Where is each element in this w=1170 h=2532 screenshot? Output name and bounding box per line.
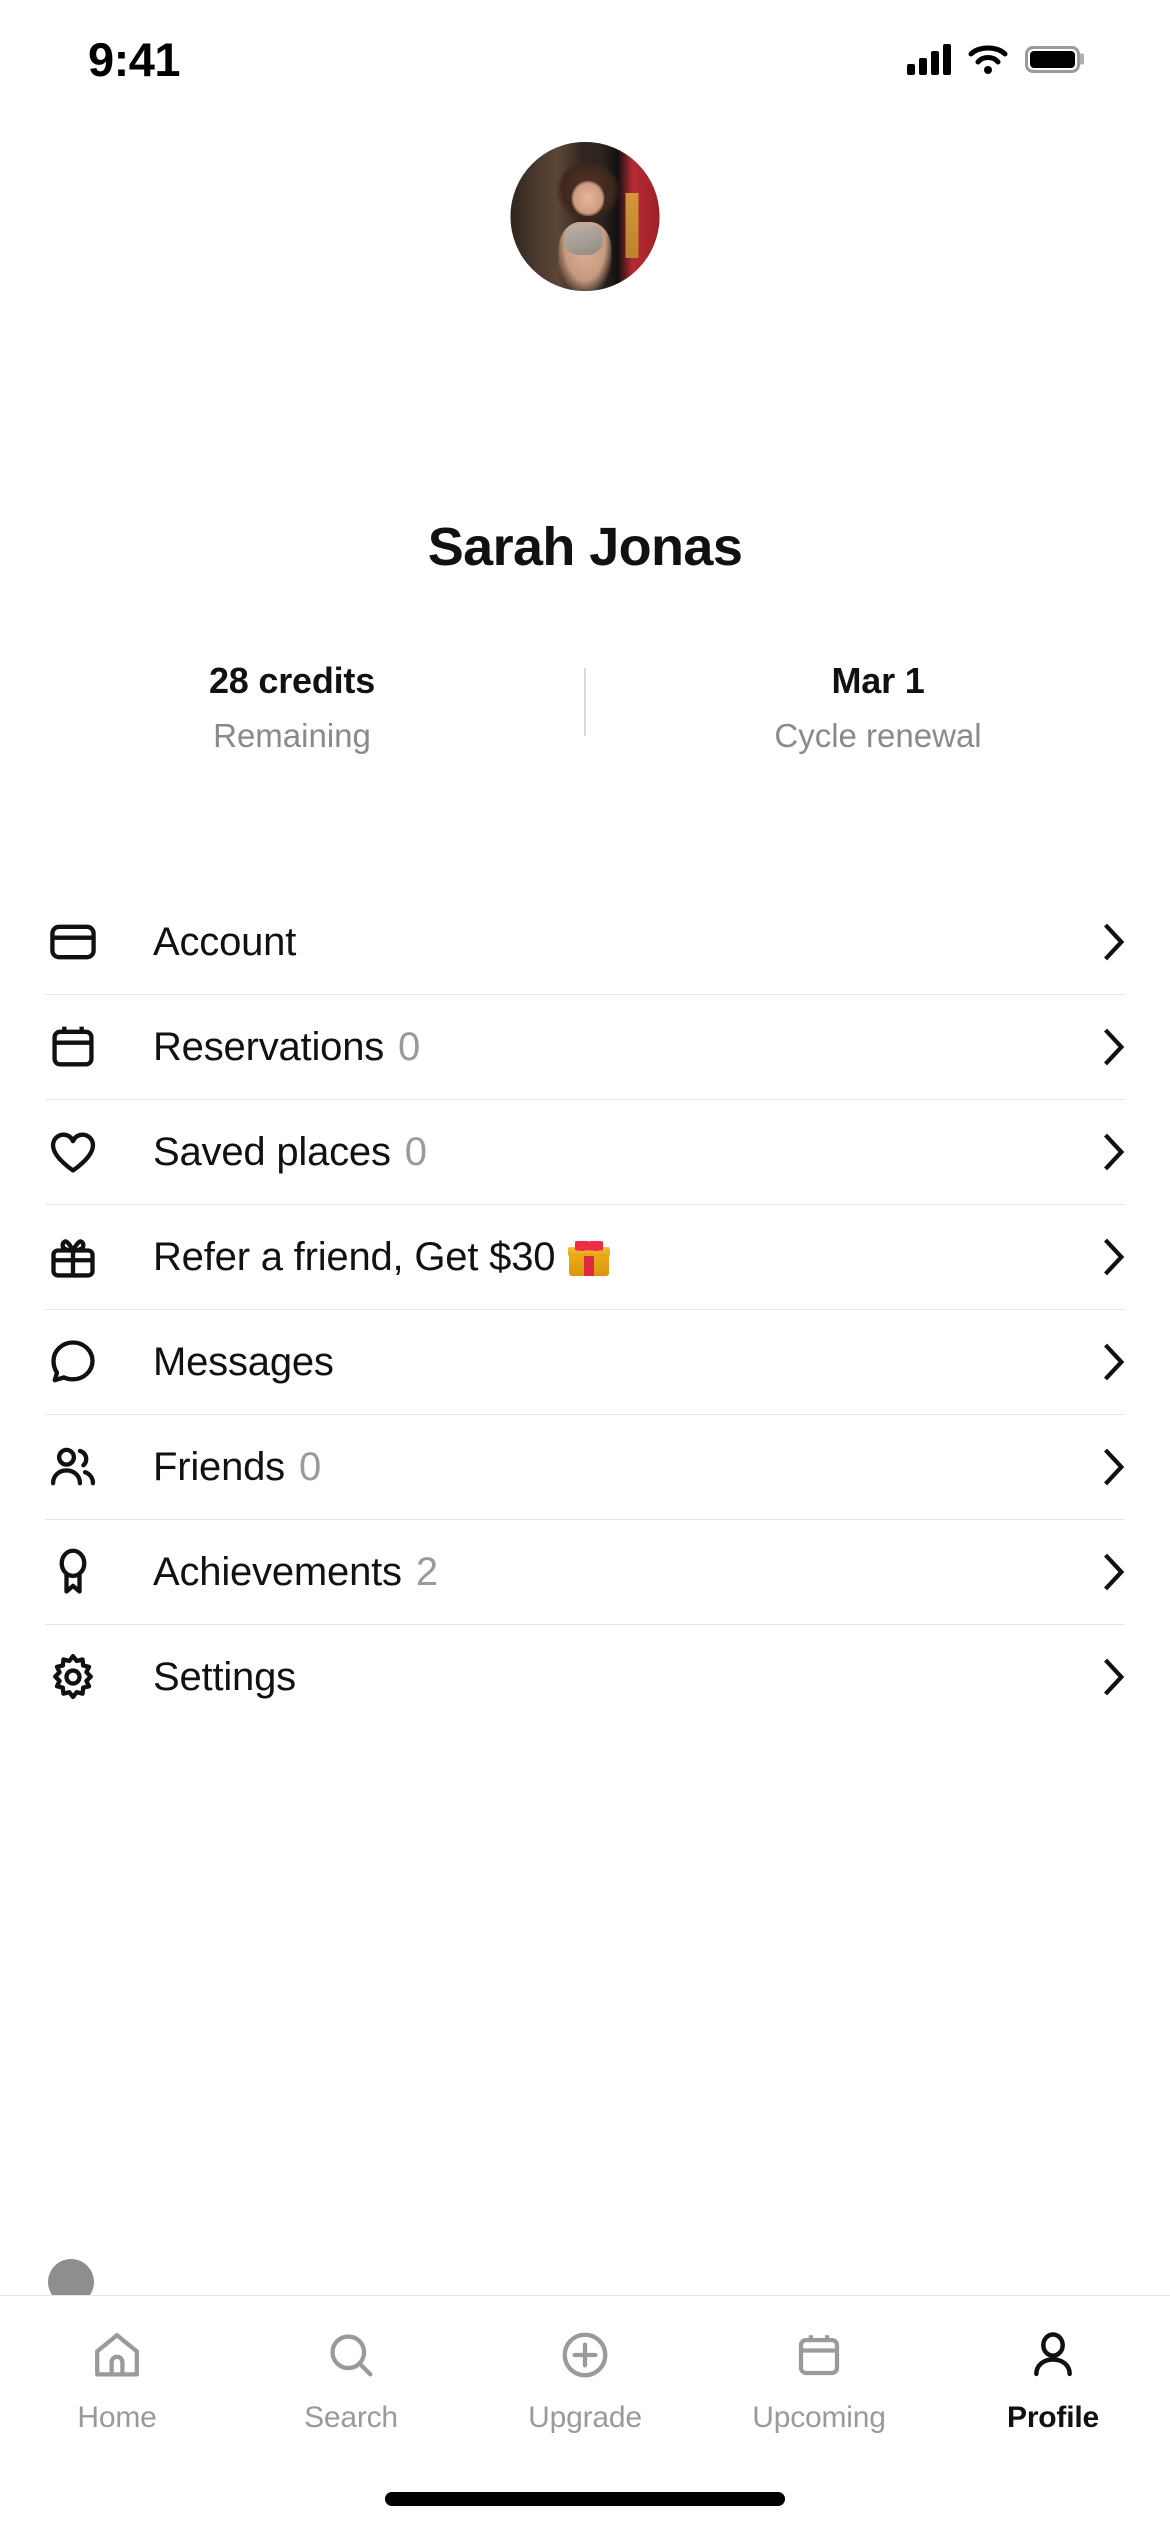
- profile-screen: 9:41 Sarah Jonas 28 credits Remaining Ma…: [0, 0, 1170, 2532]
- tab-label: Upgrade: [528, 2401, 642, 2434]
- menu-item-label: Account: [153, 920, 296, 965]
- credit-card-icon: [45, 914, 101, 970]
- medal-icon: [45, 1544, 101, 1600]
- menu-item-label: Settings: [153, 1655, 296, 1700]
- home-icon: [90, 2326, 144, 2384]
- gift-box-emoji: [568, 1238, 611, 1276]
- people-icon: [45, 1439, 101, 1495]
- person-icon: [1026, 2326, 1080, 2384]
- wifi-icon: [968, 45, 1008, 74]
- avatar-photo-face: [571, 180, 605, 217]
- heart-icon: [45, 1124, 101, 1180]
- menu-item-text: Achievements: [153, 1549, 402, 1594]
- tab-label: Profile: [1007, 2401, 1099, 2434]
- menu-item-text: Reservations: [153, 1024, 385, 1069]
- stat-cycle: Mar 1 Cycle renewal: [586, 660, 1170, 755]
- menu-item-count: 0: [398, 1024, 421, 1069]
- tab-home[interactable]: Home: [0, 2326, 234, 2435]
- tab-label: Upcoming: [752, 2401, 886, 2434]
- tab-upcoming[interactable]: Upcoming: [702, 2326, 936, 2435]
- avatar[interactable]: [510, 142, 660, 291]
- menu-list: Account Reservations 0 Saved places 0 Re…: [0, 890, 1170, 1729]
- stat-credits-value: 28 credits: [208, 660, 376, 701]
- menu-item-text: Settings: [153, 1654, 296, 1699]
- tab-label: Search: [304, 2401, 398, 2434]
- plus-circle-icon: [558, 2326, 612, 2384]
- menu-item-messages[interactable]: Messages: [0, 1310, 1170, 1414]
- stat-credits-label: Remaining: [213, 717, 371, 754]
- stat-credits: 28 credits Remaining: [0, 660, 584, 755]
- menu-item-text: Refer a friend, Get $30: [153, 1234, 556, 1279]
- menu-item-reservations[interactable]: Reservations 0: [0, 995, 1170, 1099]
- page-title: Sarah Jonas: [427, 517, 743, 577]
- chevron-right-icon: [1104, 1028, 1125, 1066]
- calendar-icon: [45, 1019, 101, 1075]
- menu-item-account[interactable]: Account: [0, 890, 1170, 994]
- menu-item-text: Friends: [153, 1444, 285, 1489]
- menu-item-achievements[interactable]: Achievements 2: [0, 1520, 1170, 1624]
- status-bar: 9:41: [0, 0, 1170, 118]
- menu-item-count: 0: [298, 1444, 322, 1489]
- tab-label: Home: [77, 2401, 157, 2434]
- search-icon: [324, 2326, 378, 2384]
- chevron-right-icon: [1104, 1133, 1125, 1171]
- menu-item-label: Messages: [153, 1340, 334, 1385]
- status-bar-indicators: [907, 43, 1080, 75]
- menu-item-label: Refer a friend, Get $30: [153, 1234, 611, 1280]
- home-indicator: [385, 2492, 785, 2506]
- chevron-right-icon: [1104, 1553, 1125, 1591]
- cellular-signal-icon: [907, 43, 951, 75]
- menu-item-refer-a-friend[interactable]: Refer a friend, Get $30: [0, 1205, 1170, 1309]
- chevron-right-icon: [1104, 1238, 1125, 1276]
- status-bar-time: 9:41: [88, 32, 181, 86]
- menu-item-text: Messages: [153, 1339, 334, 1384]
- gift-icon: [45, 1229, 101, 1285]
- chevron-right-icon: [1104, 923, 1125, 961]
- menu-item-label: Reservations 0: [153, 1025, 420, 1070]
- menu-item-friends[interactable]: Friends 0: [0, 1415, 1170, 1519]
- menu-item-label: Achievements 2: [153, 1550, 438, 1595]
- calendar-icon: [792, 2326, 846, 2384]
- menu-item-label: Friends 0: [153, 1445, 321, 1490]
- chevron-right-icon: [1104, 1448, 1125, 1486]
- menu-item-text: Account: [153, 919, 297, 964]
- tab-search[interactable]: Search: [234, 2326, 468, 2435]
- chevron-right-icon: [1104, 1658, 1125, 1696]
- menu-item-label: Saved places 0: [153, 1130, 427, 1175]
- tab-upgrade[interactable]: Upgrade: [468, 2326, 702, 2435]
- gear-icon: [45, 1649, 101, 1705]
- chevron-right-icon: [1104, 1343, 1125, 1381]
- menu-item-count: 2: [415, 1549, 438, 1594]
- stats-row: 28 credits Remaining Mar 1 Cycle renewal: [0, 660, 1170, 780]
- menu-item-text: Saved places: [153, 1129, 391, 1174]
- menu-item-settings[interactable]: Settings: [0, 1625, 1170, 1729]
- menu-item-count: 0: [404, 1129, 427, 1174]
- tab-profile[interactable]: Profile: [936, 2326, 1170, 2435]
- avatar-photo-clothing: [564, 225, 603, 256]
- stat-cycle-value: Mar 1: [831, 660, 925, 701]
- chat-bubble-icon: [45, 1334, 101, 1390]
- menu-item-saved-places[interactable]: Saved places 0: [0, 1100, 1170, 1204]
- stat-cycle-label: Cycle renewal: [774, 717, 982, 754]
- avatar-photo-accent: [625, 192, 639, 259]
- battery-icon: [1025, 45, 1080, 73]
